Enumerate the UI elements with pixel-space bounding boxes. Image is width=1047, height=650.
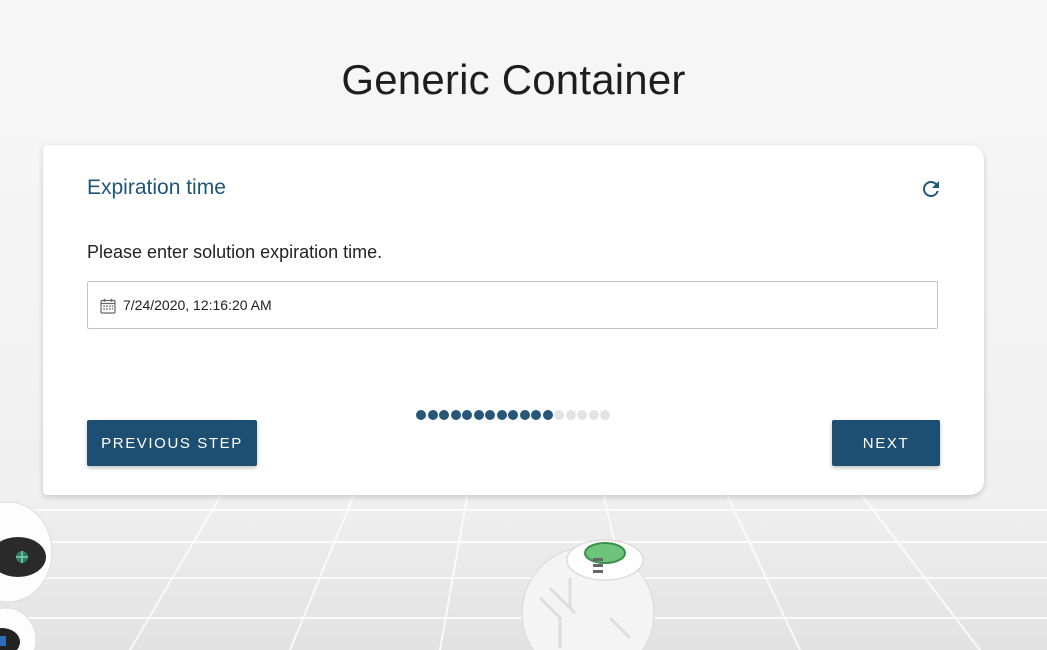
progress-dot-completed xyxy=(473,410,484,420)
next-button[interactable]: NEXT xyxy=(832,420,940,466)
page-title: Generic Container xyxy=(341,56,686,103)
progress-dot-completed xyxy=(519,410,530,420)
progress-dot-completed xyxy=(496,410,507,420)
wizard-card: Expiration time Please enter solution ex… xyxy=(43,145,984,495)
progress-dot-completed xyxy=(485,410,495,420)
progress-dot-completed xyxy=(531,410,541,420)
progress-dot-completed xyxy=(542,410,553,420)
progress-dot-pending xyxy=(577,410,587,420)
progress-dot-completed xyxy=(427,410,438,420)
card-title: Expiration time xyxy=(87,176,226,199)
calendar-icon[interactable] xyxy=(100,298,116,314)
progress-dot-completed xyxy=(450,410,461,420)
device-illustration-left xyxy=(0,501,53,650)
instruction-text: Please enter solution expiration time. xyxy=(87,242,383,262)
device-illustration-center xyxy=(521,539,655,650)
progress-dot-pending xyxy=(600,410,610,420)
previous-step-button[interactable]: PREVIOUS STEP xyxy=(87,420,257,466)
progress-dot-completed xyxy=(462,410,472,420)
progress-dot-pending xyxy=(565,410,576,420)
progress-dot-completed xyxy=(439,410,449,420)
progress-dot-pending xyxy=(554,410,564,420)
expiration-date-input[interactable]: 7/24/2020, 12:16:20 AM xyxy=(87,281,938,329)
progress-stepper xyxy=(416,410,610,420)
date-value: 7/24/2020, 12:16:20 AM xyxy=(123,297,272,313)
progress-dot-pending xyxy=(588,410,599,420)
refresh-icon[interactable] xyxy=(919,177,943,201)
progress-dot-completed xyxy=(508,410,518,420)
progress-dot-completed xyxy=(416,410,426,420)
